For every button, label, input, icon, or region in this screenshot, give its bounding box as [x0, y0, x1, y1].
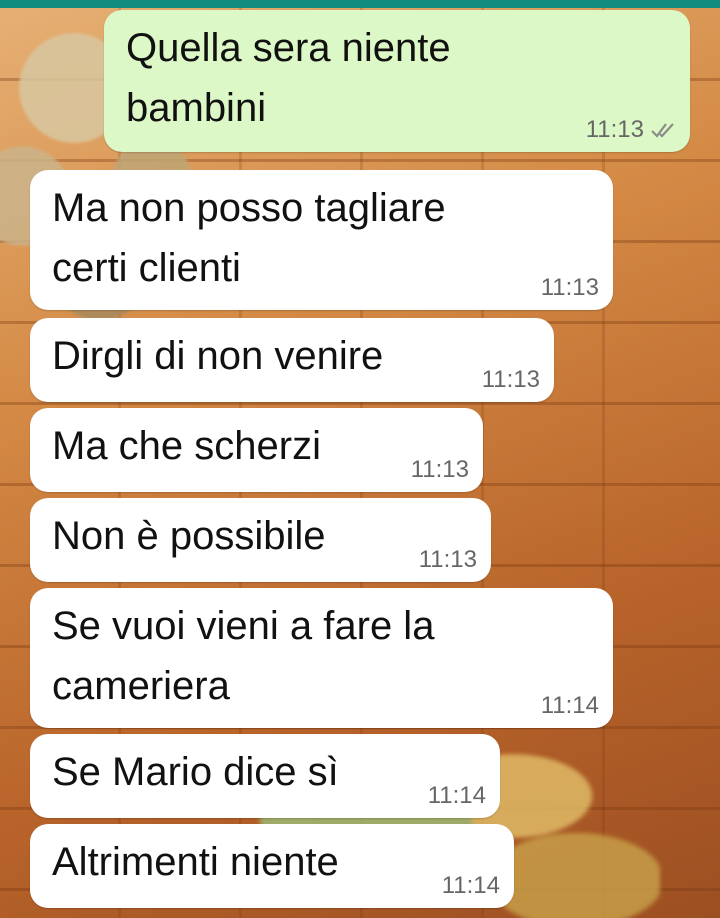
message-time: 11:13 [410, 456, 469, 483]
message-bubble-incoming[interactable]: Se Mario dice sì 11:14 [30, 734, 500, 818]
message-bubble-incoming[interactable]: Se vuoi vieni a fare la cameriera 11:14 [30, 588, 613, 728]
message-bubble-incoming[interactable]: Altrimenti niente 11:14 [30, 824, 514, 908]
message-meta: 11:14 [442, 872, 500, 900]
message-meta: 11:13 [482, 366, 540, 394]
message-text: Dirgli di non venire [52, 334, 384, 378]
message-time: 11:13 [585, 116, 644, 143]
double-check-icon [651, 123, 674, 138]
message-time: 11:14 [540, 692, 599, 719]
message-text: Quella sera niente bambini [126, 26, 451, 130]
message-bubble-incoming[interactable]: Non è possibile 11:13 [30, 498, 491, 582]
message-bubble-incoming[interactable]: Ma non posso tagliare certi clienti 11:1… [30, 170, 613, 310]
message-meta: 11:13 [586, 116, 676, 144]
message-time: 11:14 [427, 782, 486, 809]
message-meta: 11:13 [411, 456, 469, 484]
message-bubble-outgoing[interactable]: Quella sera niente bambini 11:13 [104, 10, 690, 152]
message-time: 11:13 [481, 366, 540, 393]
message-text: Ma che scherzi [52, 424, 321, 468]
message-text: Non è possibile [52, 514, 326, 558]
message-meta: 11:14 [541, 692, 599, 720]
message-meta: 11:13 [419, 546, 477, 574]
message-time: 11:14 [441, 872, 500, 899]
message-text: Ma non posso tagliare certi clienti [52, 186, 446, 290]
message-time: 11:13 [418, 546, 477, 573]
message-text: Se Mario dice sì [52, 750, 339, 794]
message-text: Altrimenti niente [52, 840, 339, 884]
message-meta: 11:13 [541, 274, 599, 302]
message-bubble-incoming[interactable]: Ma che scherzi 11:13 [30, 408, 483, 492]
message-time: 11:13 [540, 274, 599, 301]
message-meta: 11:14 [428, 782, 486, 810]
message-text: Se vuoi vieni a fare la cameriera [52, 604, 435, 708]
header-accent-bar [0, 0, 720, 8]
message-bubble-incoming[interactable]: Dirgli di non venire 11:13 [30, 318, 554, 402]
